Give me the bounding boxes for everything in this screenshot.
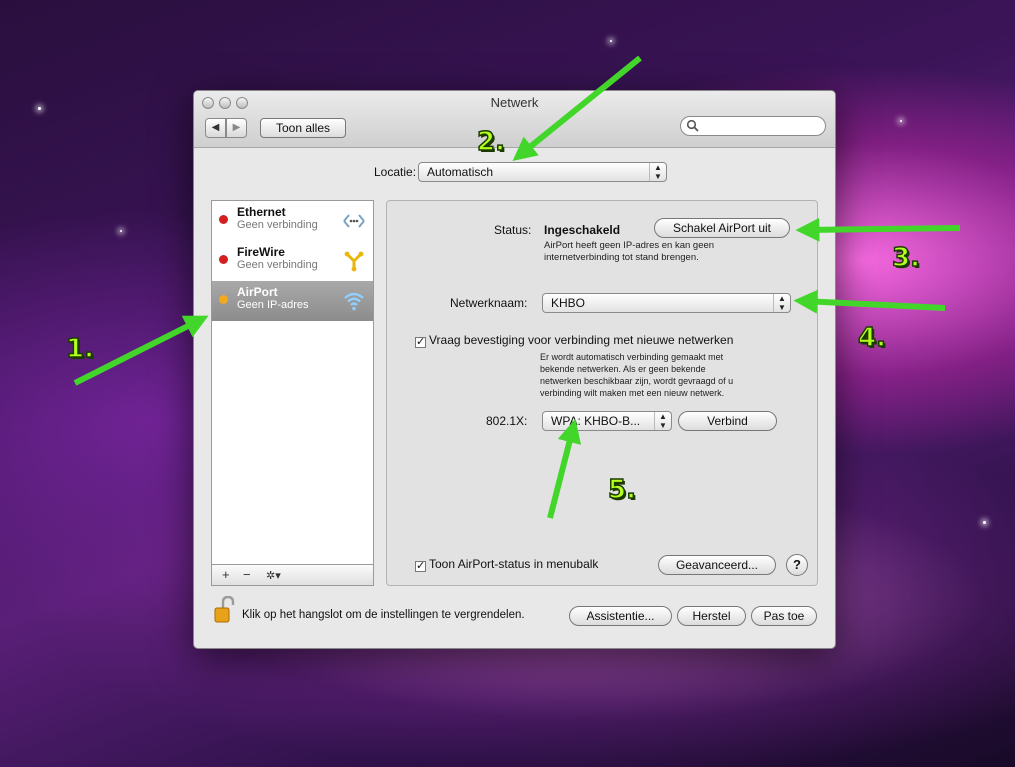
network-name-label: Netwerknaam: — [450, 296, 528, 310]
network-name-value: KHBO — [551, 296, 586, 310]
location-value: Automatisch — [427, 165, 494, 179]
search-field[interactable] — [680, 116, 826, 136]
dot1x-value: WPA: KHBO-B... — [551, 414, 641, 428]
revert-button[interactable]: Herstel — [677, 606, 746, 626]
service-status: Geen verbinding — [237, 219, 318, 231]
back-button[interactable]: ◀ — [205, 118, 226, 138]
star — [120, 230, 122, 232]
connect-button[interactable]: Verbind — [678, 411, 777, 431]
ethernet-icon — [343, 214, 365, 228]
status-label: Status: — [494, 223, 532, 237]
forward-arrow-icon: ▶ — [232, 122, 241, 133]
toggle-airport-button[interactable]: Schakel AirPort uit — [654, 218, 790, 238]
annotation-5: 5. — [607, 474, 636, 506]
service-name: Ethernet — [237, 205, 286, 219]
service-item-airport[interactable]: AirPort Geen IP-adres — [212, 281, 373, 321]
annotation-1: 1. — [65, 333, 94, 365]
show-status-checkbox[interactable]: ✓ Toon AirPort-status in menubalk — [415, 557, 598, 572]
service-item-firewire[interactable]: FireWire Geen verbinding — [212, 241, 373, 281]
help-button[interactable]: ? — [786, 554, 808, 576]
detail-panel: Status: Ingeschakeld Schakel AirPort uit… — [386, 200, 818, 586]
status-description: AirPort heeft geen IP-adres en kan geen … — [544, 240, 715, 263]
star — [983, 521, 986, 524]
window-title: Netwerk — [490, 95, 539, 110]
dot1x-label: 802.1X: — [486, 414, 528, 428]
popup-arrows-icon: ▲ ▼ — [649, 163, 666, 181]
status-dot — [219, 215, 228, 224]
location-popup[interactable]: Automatisch ▲ ▼ — [418, 162, 667, 182]
annotation-2: 2. — [476, 126, 505, 158]
lock-icon[interactable] — [213, 596, 237, 624]
gear-icon[interactable]: ✲▾ — [266, 569, 281, 582]
firewire-icon — [344, 251, 364, 272]
assistant-button[interactable]: Assistentie... — [569, 606, 672, 626]
popup-arrows-icon: ▲ ▼ — [773, 294, 790, 312]
status-dot — [219, 295, 228, 304]
dot1x-popup[interactable]: WPA: KHBO-B... ▲ ▼ — [542, 411, 672, 431]
advanced-button[interactable]: Geavanceerd... — [658, 555, 776, 575]
service-list: Ethernet Geen verbinding FireWire Geen v… — [211, 200, 374, 586]
checkbox-checked-icon: ✓ — [415, 560, 426, 572]
service-status: Geen IP-adres — [237, 299, 309, 311]
status-value: Ingeschakeld — [544, 223, 621, 237]
service-list-toolbar: + − ✲▾ — [211, 564, 374, 586]
checkbox-checked-icon: ✓ — [415, 336, 426, 348]
apply-button[interactable]: Pas toe — [751, 606, 817, 626]
popup-arrows-icon: ▲ ▼ — [654, 412, 671, 430]
network-preferences-window: Netwerk ◀ ▶ Toon alles Locatie: Automati… — [193, 90, 836, 649]
forward-button[interactable]: ▶ — [226, 118, 247, 138]
search-icon — [686, 119, 699, 132]
status-dot — [219, 255, 228, 264]
star — [38, 107, 41, 110]
service-name: AirPort — [237, 285, 278, 299]
lock-text: Klik op het hangslot om de instellingen … — [242, 609, 525, 621]
remove-service-button[interactable]: − — [243, 567, 251, 582]
annotation-3: 3. — [891, 242, 920, 274]
add-service-button[interactable]: + — [222, 567, 230, 582]
star — [900, 120, 902, 122]
annotation-4: 4. — [857, 322, 886, 354]
title-bar: Netwerk ◀ ▶ Toon alles — [194, 91, 835, 148]
location-label: Locatie: — [374, 165, 417, 179]
back-arrow-icon: ◀ — [211, 122, 220, 133]
wifi-icon — [344, 292, 364, 311]
service-item-ethernet[interactable]: Ethernet Geen verbinding — [212, 201, 373, 241]
star — [610, 40, 612, 42]
ask-join-description: Er wordt automatisch verbinding gemaakt … — [540, 352, 734, 398]
show-all-button[interactable]: Toon alles — [260, 118, 346, 138]
ask-join-checkbox[interactable]: ✓ Vraag bevestiging voor verbinding met n… — [415, 333, 733, 348]
service-name: FireWire — [237, 245, 285, 259]
service-status: Geen verbinding — [237, 259, 318, 271]
network-name-popup[interactable]: KHBO ▲ ▼ — [542, 293, 791, 313]
